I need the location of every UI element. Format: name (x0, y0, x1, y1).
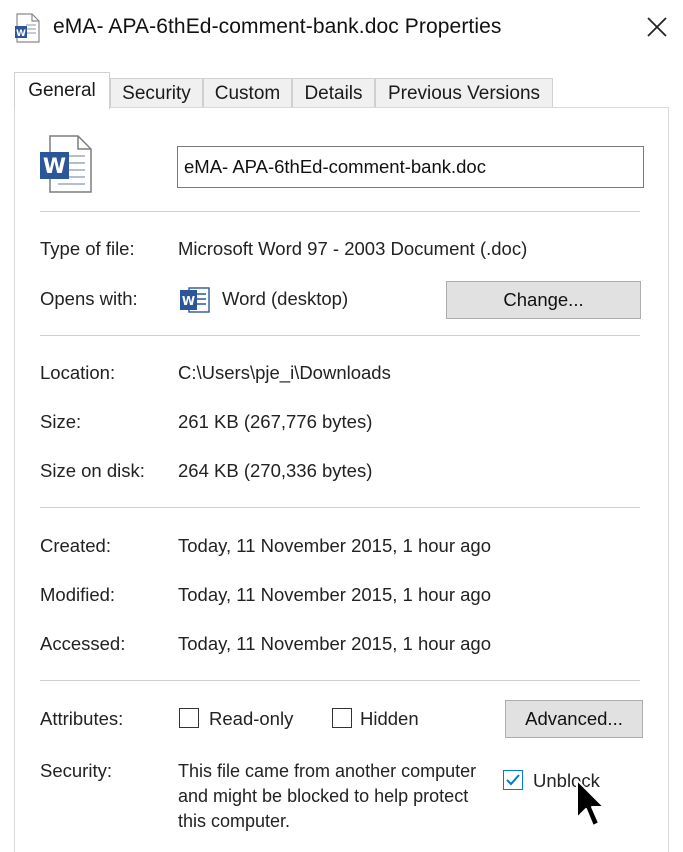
mouse-pointer-icon (575, 778, 611, 838)
separator (40, 507, 640, 508)
location-label: Location: (40, 362, 116, 383)
word-document-large-icon: W (38, 134, 94, 194)
advanced-button[interactable]: Advanced... (505, 700, 643, 738)
tab-label: Details (304, 82, 363, 104)
size-label: Size: (40, 411, 82, 432)
tab-custom[interactable]: Custom (203, 78, 292, 108)
unblock-checkbox[interactable] (503, 770, 523, 790)
read-only-label: Read-only (209, 708, 294, 729)
size-on-disk-label: Size on disk: (40, 460, 145, 481)
tab-general[interactable]: General (14, 72, 110, 109)
hidden-label: Hidden (360, 708, 419, 729)
title-bar: W eMA- APA-6thEd-comment-bank.doc Proper… (0, 0, 683, 58)
size-value: 261 KB (267,776 bytes) (178, 411, 373, 432)
accessed-value: Today, 11 November 2015, 1 hour ago (178, 633, 491, 654)
security-label: Security: (40, 760, 112, 781)
tab-details[interactable]: Details (292, 78, 375, 108)
tab-label: Custom (214, 82, 281, 104)
tab-previous-versions[interactable]: Previous Versions (375, 78, 553, 108)
type-of-file-label: Type of file: (40, 238, 135, 259)
svg-text:W: W (182, 294, 195, 308)
word-document-icon: W (14, 13, 40, 43)
created-value: Today, 11 November 2015, 1 hour ago (178, 535, 491, 556)
security-message: This file came from another computer and… (178, 761, 477, 831)
separator (40, 680, 640, 681)
tab-security[interactable]: Security (110, 78, 203, 108)
hidden-checkbox[interactable] (332, 708, 352, 728)
modified-value: Today, 11 November 2015, 1 hour ago (178, 584, 491, 605)
location-value: C:\Users\pje_i\Downloads (178, 362, 391, 383)
checkmark-icon (506, 774, 520, 786)
close-icon (647, 17, 667, 37)
tab-label: Previous Versions (387, 82, 541, 104)
close-button[interactable] (638, 8, 676, 46)
attributes-label: Attributes: (40, 708, 124, 729)
separator (40, 335, 640, 336)
opens-with-label: Opens with: (40, 288, 138, 309)
tab-label: Security (122, 82, 191, 104)
file-name-input[interactable] (177, 146, 644, 188)
type-of-file-value: Microsoft Word 97 - 2003 Document (.doc) (178, 238, 528, 259)
opens-with-value: Word (desktop) (222, 288, 349, 309)
modified-label: Modified: (40, 584, 116, 605)
read-only-checkbox[interactable] (179, 708, 199, 728)
created-label: Created: (40, 535, 111, 556)
accessed-label: Accessed: (40, 633, 126, 654)
separator (40, 211, 640, 212)
svg-text:W: W (16, 29, 26, 39)
window-title: eMA- APA-6thEd-comment-bank.doc Properti… (53, 15, 502, 38)
word-app-icon: W (179, 286, 211, 314)
svg-text:W: W (43, 154, 66, 178)
size-on-disk-value: 264 KB (270,336 bytes) (178, 460, 373, 481)
tab-label: General (28, 80, 96, 101)
change-button[interactable]: Change... (446, 281, 641, 319)
